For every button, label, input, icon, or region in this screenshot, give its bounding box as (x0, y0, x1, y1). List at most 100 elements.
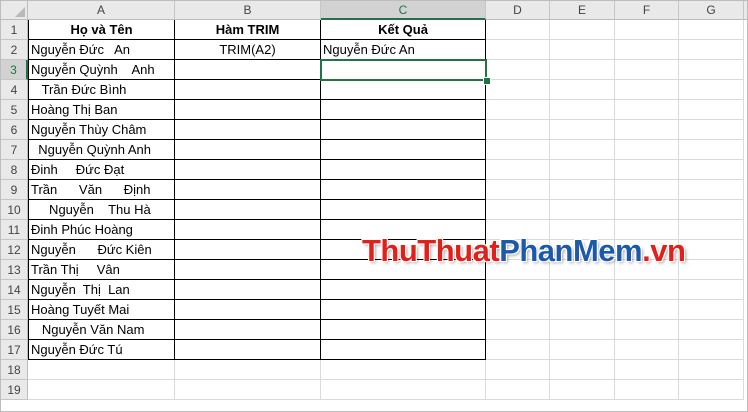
fill-handle[interactable] (483, 77, 491, 85)
cell-c4[interactable] (321, 80, 486, 100)
cell-g7[interactable] (679, 140, 744, 160)
row-header-6[interactable]: 6 (1, 120, 28, 140)
cell-c9[interactable] (321, 180, 486, 200)
cell-e4[interactable] (550, 80, 615, 100)
cell-g1[interactable] (679, 20, 744, 40)
cell-d14[interactable] (486, 280, 550, 300)
cell-b10[interactable] (175, 200, 321, 220)
column-header-g[interactable]: G (679, 1, 744, 20)
cell-c3[interactable] (321, 60, 486, 80)
cell-e19[interactable] (550, 380, 615, 400)
cell-f4[interactable] (615, 80, 679, 100)
column-header-d[interactable]: D (486, 1, 550, 20)
cell-d1[interactable] (486, 20, 550, 40)
cell-d6[interactable] (486, 120, 550, 140)
cell-a1[interactable]: Họ và Tên (28, 20, 175, 40)
cell-g8[interactable] (679, 160, 744, 180)
cell-c17[interactable] (321, 340, 486, 360)
cell-f2[interactable] (615, 40, 679, 60)
cell-a9[interactable]: Trần Văn Định (28, 180, 175, 200)
cell-e3[interactable] (550, 60, 615, 80)
cell-g14[interactable] (679, 280, 744, 300)
row-header-15[interactable]: 15 (1, 300, 28, 320)
cell-e10[interactable] (550, 200, 615, 220)
row-header-18[interactable]: 18 (1, 360, 28, 380)
cell-f5[interactable] (615, 100, 679, 120)
cell-f10[interactable] (615, 200, 679, 220)
cell-e18[interactable] (550, 360, 615, 380)
column-header-a[interactable]: A (28, 1, 175, 20)
cell-b7[interactable] (175, 140, 321, 160)
row-header-19[interactable]: 19 (1, 380, 28, 400)
cell-c6[interactable] (321, 120, 486, 140)
cell-f3[interactable] (615, 60, 679, 80)
cell-a6[interactable]: Nguyễn Thùy Châm (28, 120, 175, 140)
cell-f14[interactable] (615, 280, 679, 300)
row-header-11[interactable]: 11 (1, 220, 28, 240)
cell-b3[interactable] (175, 60, 321, 80)
cell-c5[interactable] (321, 100, 486, 120)
cell-a2[interactable]: Nguyễn Đức An (28, 40, 175, 60)
cell-f9[interactable] (615, 180, 679, 200)
row-header-2[interactable]: 2 (1, 40, 28, 60)
row-header-12[interactable]: 12 (1, 240, 28, 260)
cell-e16[interactable] (550, 320, 615, 340)
row-header-8[interactable]: 8 (1, 160, 28, 180)
column-header-e[interactable]: E (550, 1, 615, 20)
cell-b19[interactable] (175, 380, 321, 400)
cell-f7[interactable] (615, 140, 679, 160)
cell-g18[interactable] (679, 360, 744, 380)
cell-b1[interactable]: Hàm TRIM (175, 20, 321, 40)
cell-e15[interactable] (550, 300, 615, 320)
cell-g6[interactable] (679, 120, 744, 140)
cell-f6[interactable] (615, 120, 679, 140)
cell-c16[interactable] (321, 320, 486, 340)
cell-e1[interactable] (550, 20, 615, 40)
row-header-14[interactable]: 14 (1, 280, 28, 300)
cell-e2[interactable] (550, 40, 615, 60)
cell-b6[interactable] (175, 120, 321, 140)
cell-a13[interactable]: Trần Thị Vân (28, 260, 175, 280)
cell-c2[interactable]: Nguyễn Đức An (321, 40, 486, 60)
cell-a11[interactable]: Đinh Phúc Hoàng (28, 220, 175, 240)
cell-a19[interactable] (28, 380, 175, 400)
select-all-corner[interactable] (1, 1, 28, 20)
cell-a14[interactable]: Nguyễn Thị Lan (28, 280, 175, 300)
cell-f18[interactable] (615, 360, 679, 380)
column-header-b[interactable]: B (175, 1, 321, 20)
row-header-10[interactable]: 10 (1, 200, 28, 220)
cell-c15[interactable] (321, 300, 486, 320)
cell-b4[interactable] (175, 80, 321, 100)
cell-b16[interactable] (175, 320, 321, 340)
cell-g19[interactable] (679, 380, 744, 400)
row-header-4[interactable]: 4 (1, 80, 28, 100)
cell-g2[interactable] (679, 40, 744, 60)
cell-d7[interactable] (486, 140, 550, 160)
row-header-16[interactable]: 16 (1, 320, 28, 340)
cell-d2[interactable] (486, 40, 550, 60)
cell-f1[interactable] (615, 20, 679, 40)
cell-d8[interactable] (486, 160, 550, 180)
cell-e14[interactable] (550, 280, 615, 300)
cell-f19[interactable] (615, 380, 679, 400)
cell-g11[interactable] (679, 220, 744, 240)
cell-g13[interactable] (679, 260, 744, 280)
cell-d10[interactable] (486, 200, 550, 220)
cell-g10[interactable] (679, 200, 744, 220)
cell-b15[interactable] (175, 300, 321, 320)
cell-d17[interactable] (486, 340, 550, 360)
cell-a10[interactable]: Nguyễn Thu Hà (28, 200, 175, 220)
cell-g12[interactable] (679, 240, 744, 260)
cell-b12[interactable] (175, 240, 321, 260)
cell-b14[interactable] (175, 280, 321, 300)
cell-g5[interactable] (679, 100, 744, 120)
cell-b18[interactable] (175, 360, 321, 380)
cell-a15[interactable]: Hoàng Tuyết Mai (28, 300, 175, 320)
cell-f8[interactable] (615, 160, 679, 180)
row-header-3[interactable]: 3 (1, 60, 28, 80)
cell-e6[interactable] (550, 120, 615, 140)
cell-c7[interactable] (321, 140, 486, 160)
cell-e8[interactable] (550, 160, 615, 180)
cell-d4[interactable] (486, 80, 550, 100)
cell-g4[interactable] (679, 80, 744, 100)
